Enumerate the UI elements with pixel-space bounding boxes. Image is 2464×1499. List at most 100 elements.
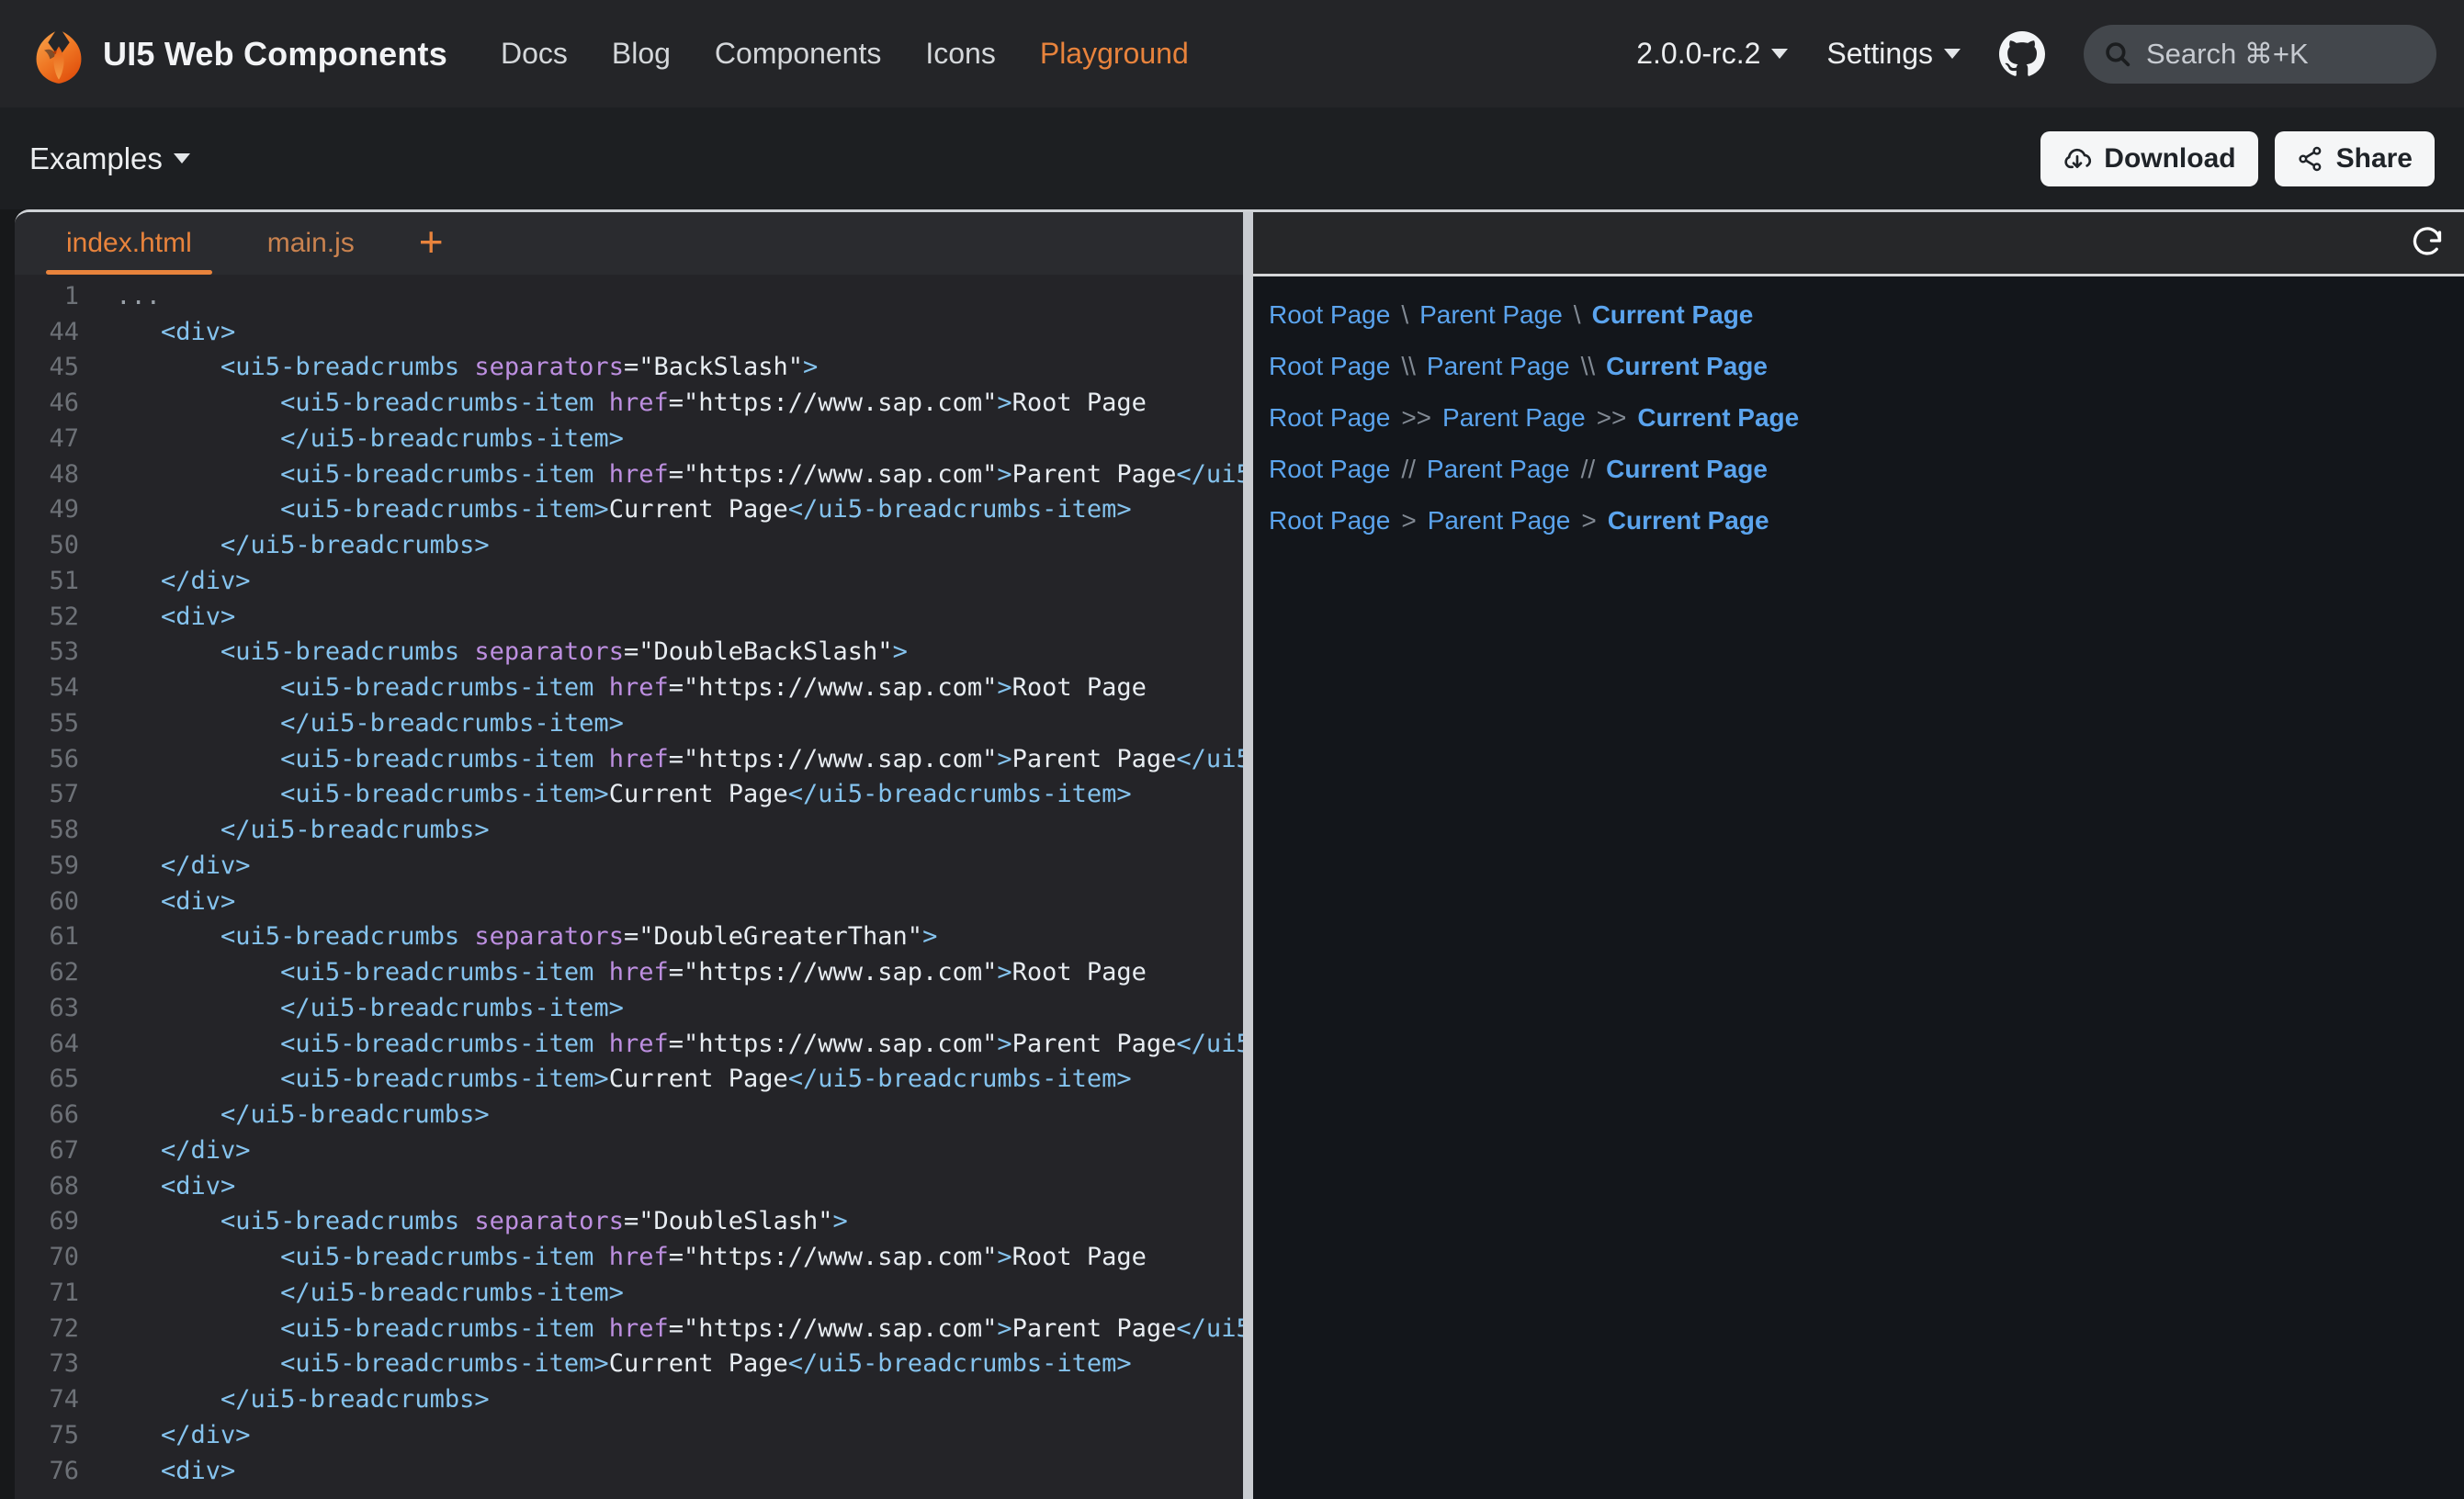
breadcrumb-separator: \\	[1401, 352, 1416, 381]
line-number: 46	[15, 389, 101, 417]
code-token-tag: </ui5-breadcrumbs-item>	[101, 994, 624, 1022]
settings-label: Settings	[1826, 37, 1933, 71]
code-token-tag: </ui5-breadcrumbs-item>	[1176, 1314, 1243, 1343]
code-token-text: Root Page	[1012, 1243, 1147, 1271]
code-line: 52 <div>	[15, 599, 1243, 635]
code-line: 69 <ui5-breadcrumbs separators="DoubleSl…	[15, 1204, 1243, 1240]
code-area[interactable]: 1 ...44 <div>45 <ui5-breadcrumbs separat…	[15, 275, 1243, 1499]
breadcrumb-link[interactable]: Root Page	[1269, 300, 1390, 330]
code-token-str: ="https://www.sap.com"	[669, 958, 998, 986]
code-token-tag: <ui5-breadcrumbs	[101, 637, 474, 666]
code-token-tag: </ui5-breadcrumbs-item>	[101, 424, 624, 453]
code-token-tag: >	[803, 353, 818, 381]
tab-main-js[interactable]: main.js	[247, 212, 375, 275]
breadcrumb-link[interactable]: Parent Page	[1427, 455, 1570, 484]
code-line: 76 <div>	[15, 1453, 1243, 1489]
code-token-attr: href	[609, 460, 669, 489]
breadcrumb-link[interactable]: Parent Page	[1428, 506, 1571, 535]
breadcrumb-link[interactable]: Parent Page	[1442, 403, 1586, 433]
code-token-str: ="BackSlash"	[624, 353, 803, 381]
code-token-tag: >	[833, 1207, 848, 1235]
search-box[interactable]	[2084, 25, 2436, 84]
breadcrumb-link[interactable]: Parent Page	[1427, 352, 1570, 381]
github-icon[interactable]	[1999, 31, 2045, 77]
share-button[interactable]: Share	[2275, 131, 2435, 186]
code-line: 62 <ui5-breadcrumbs-item href="https://w…	[15, 954, 1243, 990]
code-line: 57 <ui5-breadcrumbs-item>Current Page</u…	[15, 777, 1243, 813]
refresh-icon[interactable]	[2411, 227, 2444, 260]
code-token-tag: </div>	[101, 1136, 251, 1165]
code-line: 46 <ui5-breadcrumbs-item href="https://w…	[15, 385, 1243, 421]
breadcrumb-current: Current Page	[1592, 300, 1754, 330]
code-token-tag: >	[997, 745, 1012, 773]
code-line: 63 </ui5-breadcrumbs-item>	[15, 990, 1243, 1026]
code-token-tag: >	[893, 637, 908, 666]
code-token-tag: >	[997, 1030, 1012, 1058]
top-navbar: UI5 Web Components Docs Blog Components Ico…	[0, 0, 2464, 107]
version-dropdown[interactable]: 2.0.0-rc.2	[1636, 37, 1788, 71]
breadcrumb-link[interactable]: Parent Page	[1419, 300, 1563, 330]
line-number: 50	[15, 531, 101, 559]
code-line: 44 <div>	[15, 314, 1243, 350]
code-token-tag: <ui5-breadcrumbs-item>	[101, 1065, 609, 1093]
code-token-str: ="https://www.sap.com"	[669, 1243, 998, 1271]
code-line: 65 <ui5-breadcrumbs-item>Current Page</u…	[15, 1062, 1243, 1098]
line-number: 1	[15, 282, 101, 310]
breadcrumb-separator: >>	[1401, 403, 1431, 433]
code-token-tag: <ui5-breadcrumbs-item	[101, 1243, 609, 1271]
breadcrumb-link[interactable]: Root Page	[1269, 352, 1390, 381]
nav-link-components[interactable]: Components	[715, 37, 881, 71]
code-token-tag: </ui5-breadcrumbs-item>	[1176, 745, 1243, 773]
download-button[interactable]: Download	[2040, 131, 2257, 186]
code-token-tag: >	[997, 958, 1012, 986]
line-number: 52	[15, 603, 101, 631]
code-token-attr: separators	[474, 353, 624, 381]
code-token-str: ="https://www.sap.com"	[669, 1030, 998, 1058]
nav-link-playground[interactable]: Playground	[1040, 37, 1189, 71]
code-token-text: Parent Page	[1012, 1314, 1177, 1343]
code-token-attr: href	[609, 958, 669, 986]
code-token-tag: <ui5-breadcrumbs-item	[101, 389, 609, 417]
code-line: 74 </ui5-breadcrumbs>	[15, 1381, 1243, 1417]
share-label: Share	[2336, 143, 2413, 175]
code-line: 51 </div>	[15, 563, 1243, 599]
breadcrumb-link[interactable]: Root Page	[1269, 455, 1390, 484]
search-input[interactable]	[2146, 38, 2403, 71]
tab-index-html[interactable]: index.html	[46, 212, 212, 275]
breadcrumb-separator: //	[1401, 455, 1416, 484]
code-token-tag: >	[997, 673, 1012, 702]
code-token-tag: </ui5-breadcrumbs-item>	[1176, 1030, 1243, 1058]
brand-title[interactable]: UI5 Web Components	[103, 35, 447, 73]
code-line: 75 </div>	[15, 1417, 1243, 1453]
code-token-tag: >	[922, 922, 937, 951]
code-token-tag: </div>	[101, 567, 251, 595]
breadcrumb-row: Root Page>Parent Page>Current Page	[1269, 495, 2464, 547]
code-token-str: ="DoubleBackSlash"	[624, 637, 893, 666]
examples-dropdown[interactable]: Examples	[29, 141, 190, 176]
line-number: 59	[15, 851, 101, 880]
line-number: 65	[15, 1065, 101, 1093]
version-label: 2.0.0-rc.2	[1636, 37, 1760, 71]
code-token-attr: href	[609, 1030, 669, 1058]
code-token-tag: </ui5-breadcrumbs>	[101, 531, 490, 559]
line-number: 69	[15, 1207, 101, 1235]
code-token-text: Current Page	[609, 1349, 788, 1378]
code-line: 49 <ui5-breadcrumbs-item>Current Page</u…	[15, 492, 1243, 528]
code-token-tag: </ui5-breadcrumbs-item>	[788, 1349, 1132, 1378]
split-divider-handle[interactable]	[1243, 212, 1253, 1499]
line-number: 51	[15, 567, 101, 595]
add-tab-button[interactable]: +	[410, 212, 453, 275]
breadcrumb-separator: \	[1401, 300, 1408, 330]
nav-link-blog[interactable]: Blog	[612, 37, 671, 71]
nav-link-docs[interactable]: Docs	[501, 37, 568, 71]
ui5-phoenix-logo-icon[interactable]	[28, 23, 90, 85]
breadcrumb-row: Root Page\Parent Page\Current Page	[1269, 289, 2464, 341]
code-line: 56 <ui5-breadcrumbs-item href="https://w…	[15, 741, 1243, 777]
code-token-attr: separators	[474, 637, 624, 666]
nav-link-icons[interactable]: Icons	[925, 37, 995, 71]
settings-dropdown[interactable]: Settings	[1826, 37, 1961, 71]
code-token-tag: <ui5-breadcrumbs-item	[101, 673, 609, 702]
breadcrumb-link[interactable]: Root Page	[1269, 506, 1390, 535]
code-token-attr: href	[609, 389, 669, 417]
breadcrumb-link[interactable]: Root Page	[1269, 403, 1390, 433]
